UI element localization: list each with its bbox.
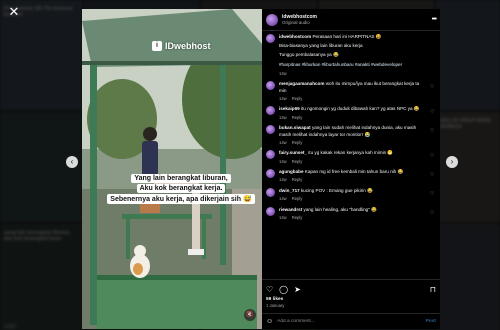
reply-button[interactable]: Reply (292, 159, 303, 164)
audio-label[interactable]: Original audio (282, 20, 317, 25)
comment-like-icon[interactable]: ♡ (430, 210, 436, 221)
comments-list[interactable]: idwebhostcom Perasaan hari ini HARPITNAS… (262, 34, 440, 277)
details-panel: idwebhostcom Original audio ••• idwebhos… (262, 9, 440, 329)
likes-count[interactable]: 59 likes (266, 297, 436, 302)
avatar[interactable] (266, 106, 275, 116)
post-date: 1 January (266, 303, 285, 308)
comment-text: Kapan mg id free kembali min tahun baru … (304, 169, 404, 175)
post-modal: i IDwebhost Yang lain berangkat liburan,… (82, 9, 440, 329)
caption-time: 14w (279, 70, 287, 76)
comment-username[interactable]: fairy.sunset_ (279, 150, 307, 155)
comment-time: 14w (279, 95, 287, 101)
reply-button[interactable]: Reply (292, 115, 303, 120)
caption-text: Perasaan hari ini HARPITNAS 😆 (312, 34, 382, 39)
comment-row: agungbabe Kapan mg id free kembali min t… (266, 169, 436, 183)
caption-hashtags[interactable]: #harpitnas #liburkan #liburtahunbaru #an… (279, 62, 436, 68)
reply-button[interactable]: Reply (292, 177, 303, 182)
avatar[interactable] (266, 206, 275, 216)
comment-username[interactable]: menjagaamanahcom (279, 81, 324, 86)
comment-time: 14w (279, 215, 287, 221)
caption-line: Yang lain berangkat liburan, (131, 174, 231, 183)
comment-like-icon[interactable]: ♡ (430, 172, 436, 183)
like-icon[interactable]: ♡ (266, 285, 273, 294)
caption-username[interactable]: idwebhostcom (279, 34, 311, 39)
comment-time: 14w (279, 158, 287, 164)
comment-time: 14w (279, 114, 287, 120)
comment-text: itu yg kakak rekan kerjanya kah mimin 😁 (308, 150, 394, 156)
comment-like-icon[interactable]: ♡ (430, 153, 436, 164)
comment-text: yang lain healing, aku "handling" 😂 (303, 206, 377, 212)
comment-username[interactable]: bukan.siwapat (279, 125, 311, 130)
comment-row: isekaip69 itu ngomongin yg duduk dibawah… (266, 106, 436, 120)
emoji-icon[interactable]: ☺ (266, 318, 273, 325)
watermark-logo-icon: i (152, 41, 162, 51)
save-icon[interactable]: ⊓ (430, 285, 436, 294)
comment-row: dwin_717 kucing POV : Emang gue pikirin … (266, 188, 436, 202)
comment-like-icon[interactable]: ♡ (430, 84, 436, 101)
video-caption: Yang lain berangkat liburan, Aku kok ber… (96, 174, 262, 205)
post-photo (82, 9, 262, 329)
comment-icon[interactable]: ◯ (279, 285, 288, 294)
comment-like-icon[interactable]: ♡ (430, 128, 436, 145)
action-bar: ♡ ◯ ➤ ⊓ 59 likes 1 January (262, 279, 440, 308)
reply-button[interactable]: Reply (292, 215, 303, 220)
caption-line-3: Tunggu pembalasanya ya 😂 (279, 52, 339, 58)
comment-composer: ☺ Post (262, 313, 440, 329)
post-header: idwebhostcom Original audio ••• (262, 9, 440, 31)
comment-username[interactable]: agungbabe (279, 169, 304, 174)
avatar[interactable] (266, 150, 275, 160)
close-icon[interactable]: ✕ (6, 4, 22, 20)
avatar[interactable] (266, 188, 275, 198)
comment-text: kucing POV : Emang gue pikirin 😂 (300, 188, 373, 194)
caption-row: idwebhostcom Perasaan hari ini HARPITNAS… (266, 34, 436, 76)
stage: Programmer SD The Eeeeeel EnaurelSIKLUS … (0, 0, 500, 330)
comment-like-icon[interactable]: ♡ (430, 191, 436, 202)
comment-username[interactable]: isekaip69 (279, 106, 300, 111)
previous-post-icon[interactable]: ‹ (66, 156, 78, 168)
avatar[interactable] (266, 81, 275, 91)
watermark: i IDwebhost (152, 41, 211, 51)
comment-input[interactable] (277, 319, 422, 324)
avatar[interactable] (266, 13, 278, 26)
comment-time: 14w (279, 139, 287, 145)
comment-row: riewandrst yang lain healing, aku "handl… (266, 206, 436, 221)
caption-line-2: Bisa-biasanya yang lain liburan aku kerj… (279, 43, 363, 49)
caption-line: Sebenernya aku kerja, apa dikerjain sih … (107, 194, 255, 204)
comment-username[interactable]: dwin_717 (279, 188, 300, 193)
comment-time: 14w (279, 177, 287, 183)
more-options-icon[interactable]: ••• (432, 16, 437, 23)
comment-username[interactable]: riewandrst (279, 207, 302, 212)
caption-line: Aku kok berangkat kerja. (136, 184, 226, 193)
post-comment-button[interactable]: Post (426, 319, 436, 324)
comment-row: menjagaamanahcom woh itu mimpu/iya mau i… (266, 81, 436, 101)
next-post-icon[interactable]: › (446, 156, 458, 168)
reply-button[interactable]: Reply (292, 140, 303, 145)
avatar[interactable] (266, 125, 275, 135)
comment-row: fairy.sunset_ itu yg kakak rekan kerjany… (266, 150, 436, 164)
reply-button[interactable]: Reply (292, 96, 303, 101)
avatar[interactable] (266, 169, 275, 179)
watermark-text: IDwebhost (165, 41, 211, 51)
comment-like-icon[interactable]: ♡ (430, 109, 436, 120)
reply-button[interactable]: Reply (292, 196, 303, 201)
share-icon[interactable]: ➤ (294, 285, 301, 294)
post-media[interactable]: i IDwebhost Yang lain berangkat liburan,… (82, 9, 262, 329)
mute-icon[interactable]: 🔇 (244, 309, 256, 321)
comment-text: itu ngomongin yg duduk dibawah kan? yg a… (300, 106, 420, 112)
comment-time: 14w (279, 196, 287, 202)
comment-row: bukan.siwapat yang lain sudah melihat in… (266, 125, 436, 145)
avatar[interactable] (266, 34, 275, 43)
